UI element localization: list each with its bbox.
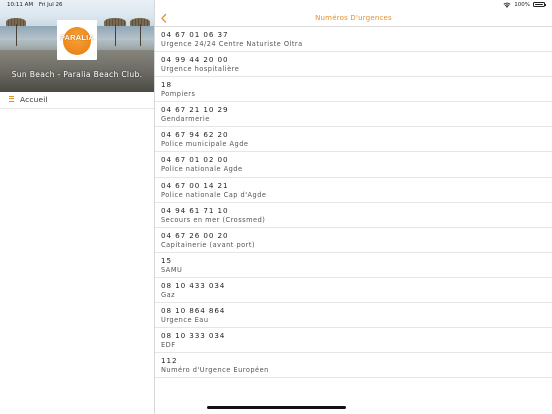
status-left: 10:11 AM Fri Jul 26 bbox=[7, 2, 67, 8]
contact-label: Urgence hospitalière bbox=[161, 65, 240, 74]
logo-text: PARALIA bbox=[59, 33, 95, 42]
list-item[interactable]: 18 Pompiers bbox=[155, 77, 552, 103]
status-bar: 10:11 AM Fri Jul 26 100% bbox=[0, 0, 552, 11]
contact-label: Gendarmerie bbox=[161, 115, 210, 124]
list-item[interactable]: 04 94 61 71 10 Secours en mer (Crossmed) bbox=[155, 203, 552, 228]
phone-number: 112 bbox=[161, 356, 178, 366]
contact-label: Urgence 24/24 Centre Naturiste Oltra bbox=[161, 40, 303, 48]
page-title: Numéros D'urgences bbox=[315, 13, 392, 22]
contact-label: Police nationale Cap d'Agde bbox=[161, 190, 267, 199]
umbrella-pole bbox=[140, 24, 141, 46]
sidebar-caption: Sun Beach - Paralia Beach Club. bbox=[11, 70, 143, 79]
list-item[interactable]: 112 Numéro d'Urgence Européen bbox=[155, 353, 552, 379]
list-item[interactable]: 04 67 01 06 37 Urgence 24/24 Centre Natur… bbox=[155, 27, 552, 53]
ipad-screen: 10:11 AM Fri Jul 26 100% PARALIA Sun Bea… bbox=[0, 0, 552, 414]
contact-label: Secours en mer (Crossmed) bbox=[161, 215, 266, 224]
status-date: Fri Jul 26 bbox=[38, 2, 63, 8]
main-pane: Numéros D'urgences 04 67 01 06 37 Urgence… bbox=[155, 0, 552, 414]
list-item[interactable]: 04 67 00 14 21 Police nationale Cap d'Agd… bbox=[155, 178, 552, 203]
phone-number: 08 10 333 034 bbox=[161, 331, 226, 341]
list-item[interactable]: 15 SAMU bbox=[155, 253, 552, 278]
list-item[interactable]: 04 67 21 10 29 Gendarmerie bbox=[155, 102, 552, 128]
list-item[interactable]: 08 10 864 864 Urgence Eau bbox=[155, 303, 552, 329]
contact-label: Police municipale Agde bbox=[161, 140, 249, 149]
menu-list-icon bbox=[9, 96, 14, 103]
phone-number: 04 67 01 06 37 bbox=[161, 30, 229, 39]
phone-number: 04 67 00 14 21 bbox=[161, 180, 229, 190]
battery-percent: 100% bbox=[514, 1, 530, 8]
phone-number: 08 10 864 864 bbox=[161, 306, 226, 316]
contact-label: Urgence Eau bbox=[161, 316, 209, 325]
contact-label: Pompiers bbox=[161, 90, 196, 99]
emergency-number-list: 04 67 01 06 37 Urgence 24/24 Centre Natur… bbox=[155, 27, 552, 379]
phone-number: 08 10 433 034 bbox=[161, 280, 226, 290]
umbrella-pole bbox=[115, 24, 116, 46]
contact-label: Gaz bbox=[161, 290, 176, 299]
contact-label: EDF bbox=[161, 341, 176, 350]
phone-number: 04 67 01 02 00 bbox=[161, 155, 229, 165]
phone-number: 04 67 94 62 20 bbox=[161, 130, 229, 140]
battery-icon bbox=[533, 2, 547, 7]
phone-number: 04 99 44 20 00 bbox=[161, 55, 229, 65]
phone-number: 04 94 61 71 10 bbox=[161, 205, 229, 215]
sidebar-item-label: Accueil bbox=[20, 94, 48, 104]
list-item[interactable]: 04 67 01 02 00 Police nationale Agde bbox=[155, 152, 552, 178]
status-right: 100% bbox=[503, 1, 547, 8]
list-item[interactable]: 04 67 26 00 20 Capitainerie (avant port) bbox=[155, 228, 552, 253]
list-item[interactable]: 08 10 333 034 EDF bbox=[155, 328, 552, 354]
umbrella-pole bbox=[16, 24, 17, 46]
phone-number: 04 67 26 00 20 bbox=[161, 230, 229, 240]
home-indicator[interactable] bbox=[207, 406, 346, 409]
sidebar-item-accueil[interactable]: Accueil bbox=[0, 92, 154, 109]
contact-label: Numéro d'Urgence Européen bbox=[161, 366, 269, 375]
list-item[interactable]: 04 67 94 62 20 Police municipale Agde bbox=[155, 127, 552, 153]
phone-number: 04 67 21 10 29 bbox=[161, 105, 229, 115]
sidebar: PARALIA Sun Beach - Paralia Beach Club. … bbox=[0, 0, 155, 414]
battery-fill bbox=[534, 3, 544, 6]
status-time: 10:11 AM bbox=[7, 2, 34, 8]
list-item[interactable]: 08 10 433 034 Gaz bbox=[155, 278, 552, 304]
contact-label: SAMU bbox=[161, 265, 183, 274]
navigation-bar: Numéros D'urgences bbox=[155, 11, 552, 27]
list-item[interactable]: 04 99 44 20 00 Urgence hospitalière bbox=[155, 52, 552, 78]
sidebar-header-image: PARALIA Sun Beach - Paralia Beach Club. bbox=[0, 0, 154, 92]
paralia-logo: PARALIA bbox=[57, 20, 97, 60]
wifi-icon bbox=[503, 2, 511, 8]
contact-label: Capitainerie (avant port) bbox=[161, 240, 256, 249]
phone-number: 18 bbox=[161, 80, 172, 90]
contact-label: Police nationale Agde bbox=[161, 165, 243, 174]
phone-number: 15 bbox=[161, 255, 172, 265]
